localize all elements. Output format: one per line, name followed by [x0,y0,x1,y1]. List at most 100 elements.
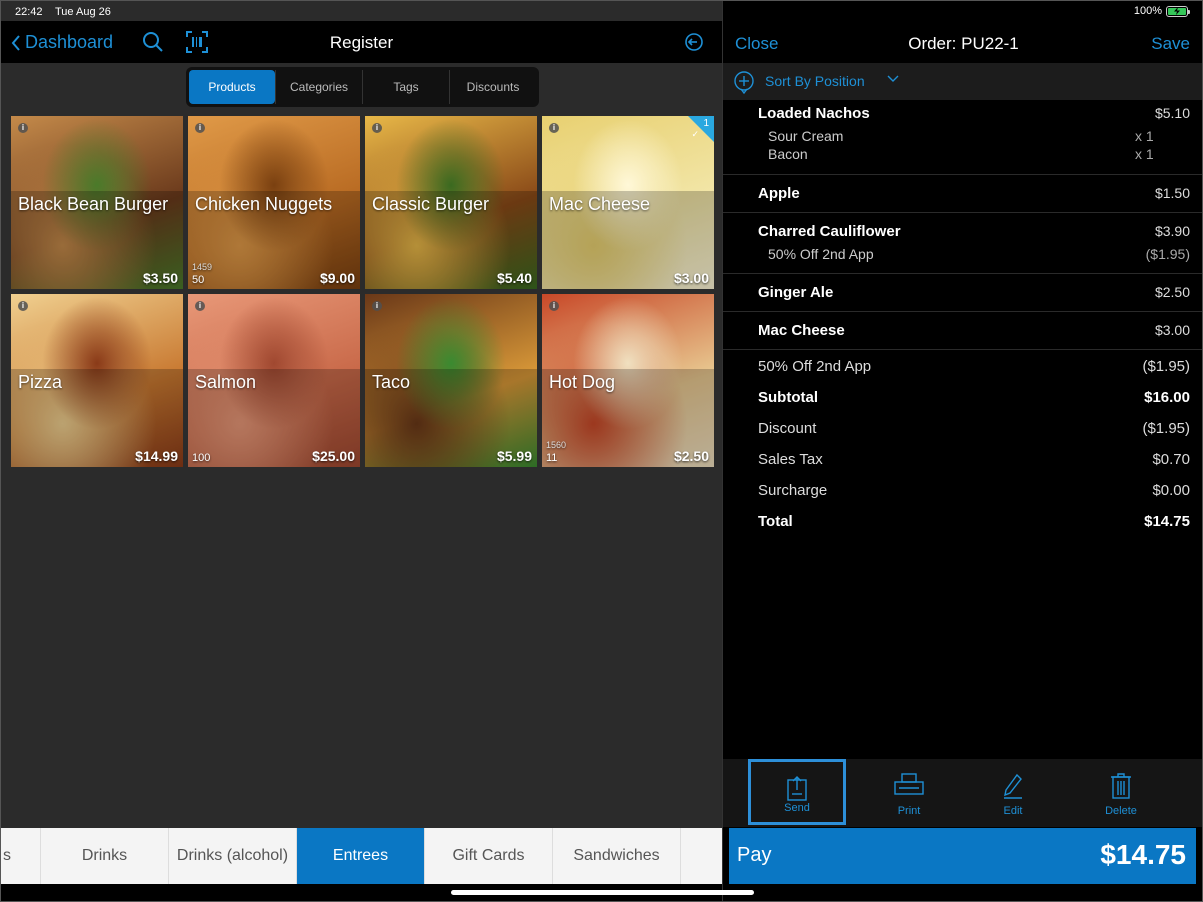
delete-label: Delete [1105,805,1137,817]
category-s[interactable]: s [1,828,41,884]
pencil-icon [1004,773,1022,799]
line-item-header: Ginger Ale $2.50 [758,284,1190,301]
line-item-price: $5.10 [1154,105,1190,121]
line-item-name: Loaded Nachos [758,105,870,122]
order-discount-row[interactable]: 50% Off 2nd App ($1.95) [723,350,1202,382]
totals-value: $16.00 [1144,389,1190,406]
totals-value: $14.75 [1144,513,1190,530]
totals-label: Surcharge [758,482,828,499]
modifier-name: Sour Cream [768,128,844,144]
printer-icon [894,773,924,795]
line-item-modifier: Bacon x 1 [758,146,1190,162]
product-tile[interactable]: i Salmon 100 $25.00 [188,294,360,467]
register-pane: Dashboard Register Products Categories T… [1,1,722,901]
tab-tags[interactable]: Tags [362,70,449,104]
product-price: $25.00 [312,448,355,464]
tab-categories[interactable]: Categories [275,70,362,104]
modifier-amount: ($1.95) [1145,246,1190,262]
edit-label: Edit [1003,805,1023,817]
sign-out-icon[interactable] [684,32,704,52]
tab-discounts[interactable]: Discounts [449,70,536,104]
order-line-item[interactable]: Apple $1.50 [723,175,1202,213]
order-line-item[interactable]: Loaded Nachos $5.10 Sour Cream x 1 Bacon x 1 [723,101,1202,175]
category-bar: s Drinks Drinks (alcohol) Entrees Gift Cards… [1,828,722,884]
add-circle-icon[interactable] [733,70,755,94]
line-item-header: Apple $1.50 [758,185,1190,202]
totals-row-discount: Discount ($1.95) [723,413,1202,444]
send-icon [787,776,807,801]
order-line-items: Loaded Nachos $5.10 Sour Cream x 1 Bacon x 1 A… [723,101,1202,537]
modifier-name: 50% Off 2nd App [768,246,874,262]
send-label: Send [784,802,810,814]
print-label: Print [897,805,921,817]
register-segmented-control: Products Categories Tags Discounts [186,67,539,107]
order-pane: Close Order: PU22-1 Save Sort By Positio… [723,1,1202,901]
product-price: $2.50 [673,448,709,464]
product-name: Chicken Nuggets [195,194,333,214]
modifier-name: Bacon [768,146,808,162]
product-name: Mac Cheese [549,194,651,214]
category-entrees[interactable]: Entrees [297,828,425,884]
search-icon[interactable] [142,31,164,53]
line-item-name: Charred Cauliflower [758,223,901,240]
product-tile[interactable]: i Pizza $14.99 [11,294,183,467]
order-line-item[interactable]: Charred Cauliflower $3.90 50% Off 2nd App (… [723,213,1202,274]
line-item-header: Loaded Nachos $5.10 [758,105,1190,122]
back-label: Dashboard [25,32,114,52]
info-icon[interactable]: i [372,301,382,311]
order-line-item[interactable]: Ginger Ale $2.50 [723,274,1202,312]
chevron-left-icon [11,34,20,51]
sort-by-dropdown[interactable]: Sort By Position [765,73,865,89]
category-drinks[interactable]: Drinks [41,828,169,884]
totals-value: ($1.95) [1142,420,1190,437]
totals-label: Sales Tax [758,451,823,468]
line-item-name: Apple [758,185,800,202]
category-sandwiches[interactable]: Sandwiches [553,828,681,884]
category-gift-cards[interactable]: Gift Cards [425,828,553,884]
category-drinks-alcohol[interactable]: Drinks (alcohol) [169,828,297,884]
product-grid: i Black Bean Burger $3.50 i Chicken Nuggets 1… [11,116,714,467]
product-name: Black Bean Burger [18,194,169,214]
product-tile[interactable]: i Taco $5.99 [365,294,537,467]
totals-row-surcharge: Surcharge $0.00 [723,475,1202,506]
product-tile[interactable]: i Classic Burger $5.40 [365,116,537,289]
send-button[interactable]: Send [748,759,846,825]
battery-icon [1166,5,1190,17]
home-indicator [451,890,754,895]
info-icon[interactable]: i [549,301,559,311]
edit-button[interactable]: Edit [964,759,1062,825]
line-item-price: $1.50 [1154,185,1190,201]
product-name: Salmon [195,372,257,392]
product-tile[interactable]: i Chicken Nuggets 1459 50 $9.00 [188,116,360,289]
info-icon[interactable]: i [18,301,28,311]
product-sku: 1459 [192,262,213,272]
delete-button[interactable]: Delete [1072,759,1170,825]
battery-status: 100% [1134,5,1190,17]
barcode-scan-icon[interactable] [186,31,208,53]
trash-icon [1111,773,1131,799]
info-icon[interactable]: i [372,123,382,133]
product-name: Classic Burger [372,194,490,214]
info-icon[interactable]: i [195,301,205,311]
product-name: Taco [372,372,411,392]
info-icon[interactable]: i [18,123,28,133]
product-tile[interactable]: i Hot Dog 1560 11 $2.50 [542,294,714,467]
totals-label: Discount [758,420,817,437]
product-price: $5.40 [496,270,532,286]
pay-button[interactable]: Pay $14.75 [729,828,1196,884]
close-button[interactable]: Close [735,34,778,54]
category-b[interactable]: B [681,828,722,884]
save-button[interactable]: Save [1151,34,1190,54]
product-sku: 1560 [546,440,567,450]
product-tile[interactable]: i Black Bean Burger $3.50 [11,116,183,289]
product-name: Pizza [18,372,63,392]
totals-label: Subtotal [758,389,818,406]
info-icon[interactable]: i [195,123,205,133]
tab-products[interactable]: Products [189,70,275,104]
chevron-down-icon[interactable] [887,75,899,83]
back-to-dashboard-button[interactable]: Dashboard [11,32,113,53]
order-line-item[interactable]: Mac Cheese $3.00 [723,312,1202,350]
info-icon[interactable]: i [549,123,559,133]
product-tile[interactable]: i Mac Cheese $3.00 1 ✓ [542,116,714,289]
print-button[interactable]: Print [860,759,958,825]
